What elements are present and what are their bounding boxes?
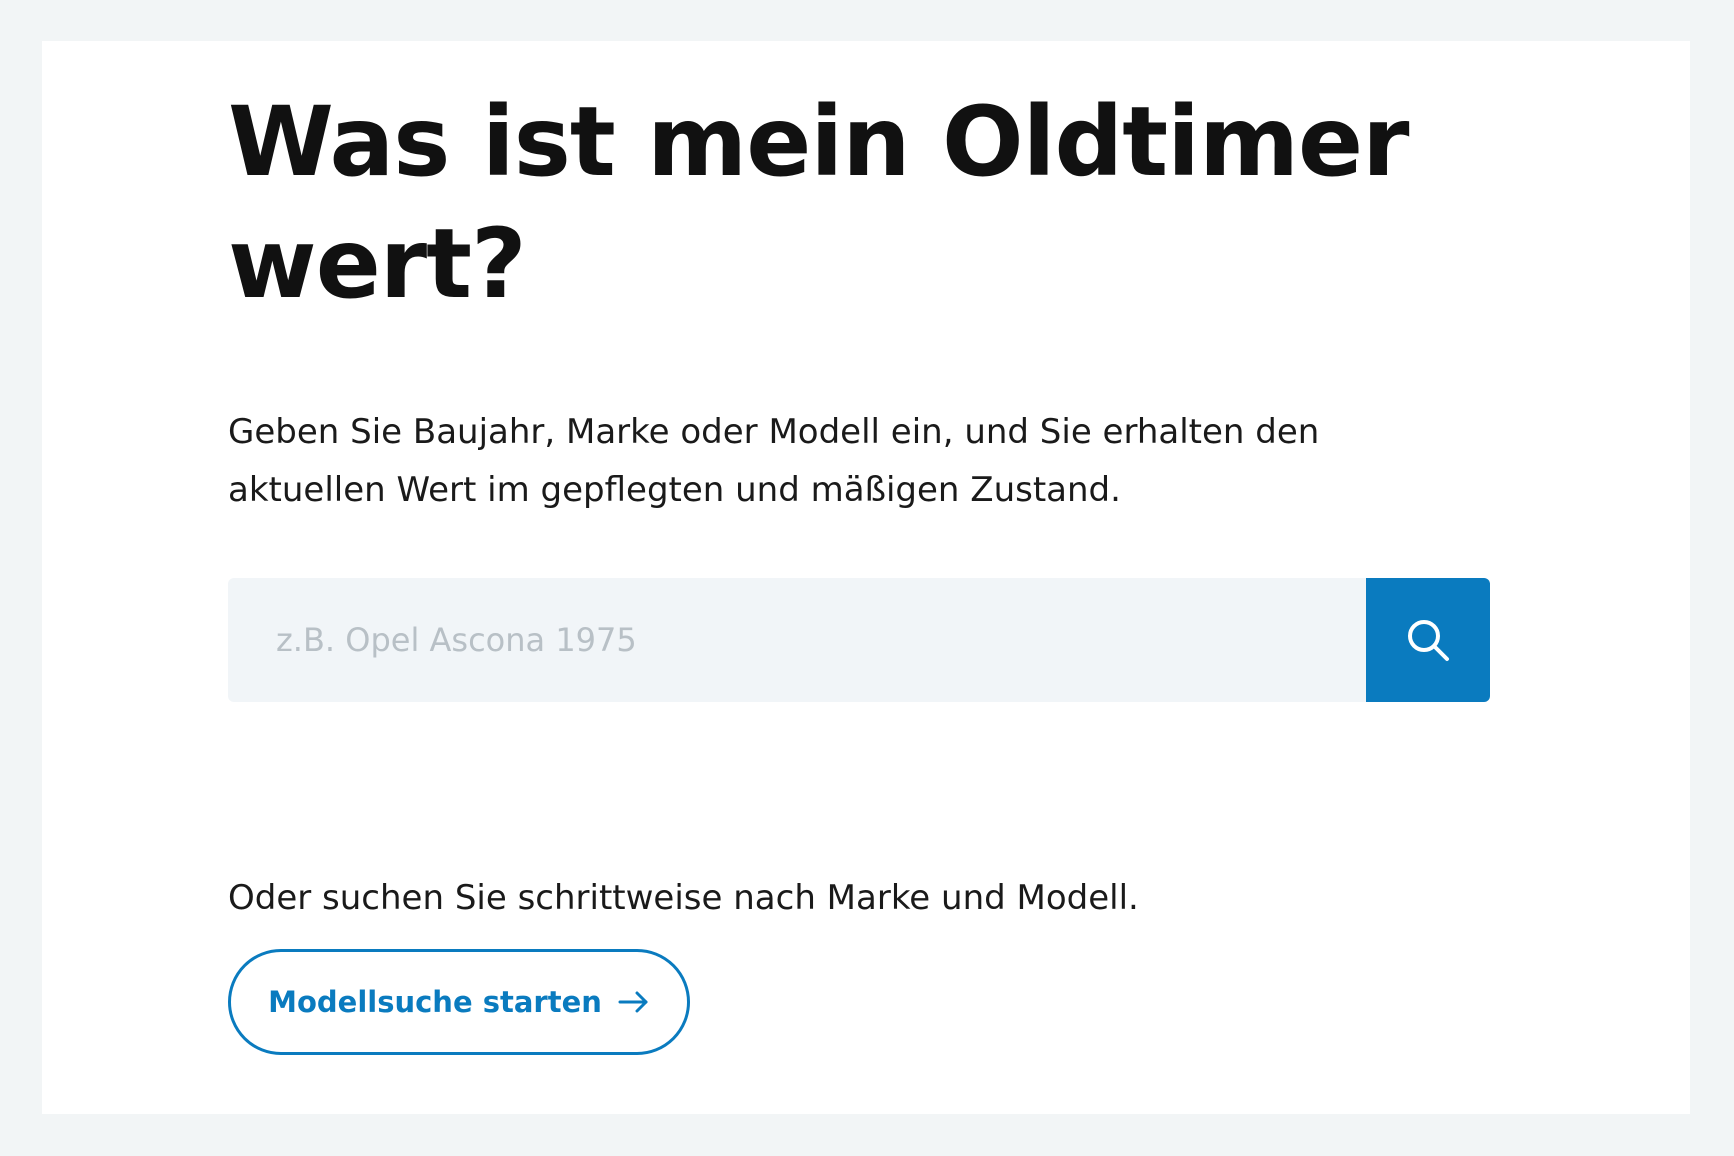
page-title: Was ist mein Oldtimer wert? [228, 86, 1410, 320]
model-search-button-label: Modellsuche starten [268, 985, 602, 1019]
search-button[interactable] [1366, 578, 1490, 702]
search-bar [228, 578, 1490, 702]
content-card: Was ist mein Oldtimer wert? Geben Sie Ba… [42, 41, 1690, 1114]
search-icon [1408, 620, 1449, 661]
arrow-right-icon [618, 991, 648, 1013]
alternative-search-text: Oder suchen Sie schrittweise nach Marke … [228, 878, 1139, 918]
model-search-button[interactable]: Modellsuche starten [228, 949, 690, 1055]
search-input[interactable] [228, 578, 1366, 702]
intro-text: Geben Sie Baujahr, Marke oder Modell ein… [228, 412, 1320, 510]
